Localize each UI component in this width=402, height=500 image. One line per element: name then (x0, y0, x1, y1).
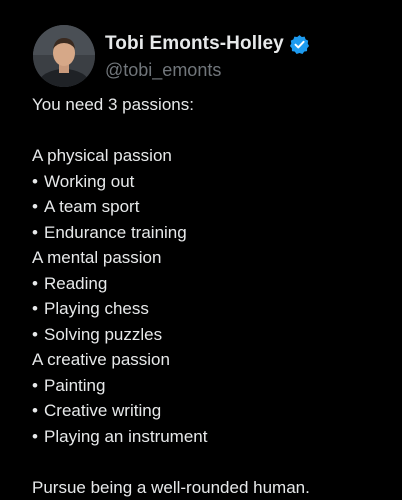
author-display-name[interactable]: Tobi Emonts-Holley (105, 33, 284, 55)
tweet: Tobi Emonts-Holley @tobi_emonts You need… (0, 0, 402, 500)
list-item: • Creative writing (32, 398, 392, 424)
list-item-label: Working out (44, 171, 135, 191)
name-row: Tobi Emonts-Holley (105, 31, 310, 57)
author-identity: Tobi Emonts-Holley @tobi_emonts (105, 31, 310, 81)
bullet: • (32, 222, 38, 242)
list-item: • Playing chess (32, 296, 392, 322)
verified-badge-icon (289, 34, 310, 55)
list-item: • Solving puzzles (32, 322, 392, 348)
list-item: • Reading (32, 271, 392, 297)
intro-line: You need 3 passions: (32, 95, 194, 114)
bullet: • (32, 401, 38, 420)
list-item-label: Reading (44, 273, 108, 293)
section-heading-creative: A creative passion (32, 350, 170, 369)
bullet: • (32, 426, 38, 446)
list-item-label: Solving puzzles (44, 324, 163, 344)
section-heading-physical: A physical passion (32, 146, 172, 165)
bullet: • (32, 197, 38, 216)
tweet-text: You need 3 passions: A physical passion … (32, 92, 392, 500)
list-item-label: A team sport (44, 197, 140, 216)
bullet: • (32, 299, 38, 318)
list-item: • Playing an instrument (32, 424, 392, 450)
list-item-label: Playing an instrument (44, 426, 208, 446)
closing-line: Pursue being a well-rounded human. (32, 477, 310, 497)
bullet: • (32, 324, 38, 344)
bullet: • (32, 375, 38, 395)
list-item-label: Creative writing (44, 401, 162, 420)
avatar[interactable] (33, 25, 95, 87)
bullet: • (32, 273, 38, 293)
list-item: • A team sport (32, 194, 392, 220)
author-handle[interactable]: @tobi_emonts (105, 60, 310, 81)
section-heading-mental: A mental passion (32, 248, 162, 267)
list-item: • Working out (32, 169, 392, 195)
bullet: • (32, 171, 38, 191)
list-item-label: Playing chess (44, 299, 149, 318)
list-item: • Painting (32, 373, 392, 399)
list-item-label: Painting (44, 375, 106, 395)
list-item-label: Endurance training (44, 222, 187, 242)
tweet-header: Tobi Emonts-Holley @tobi_emonts (33, 24, 310, 88)
list-item: • Endurance training (32, 220, 392, 246)
